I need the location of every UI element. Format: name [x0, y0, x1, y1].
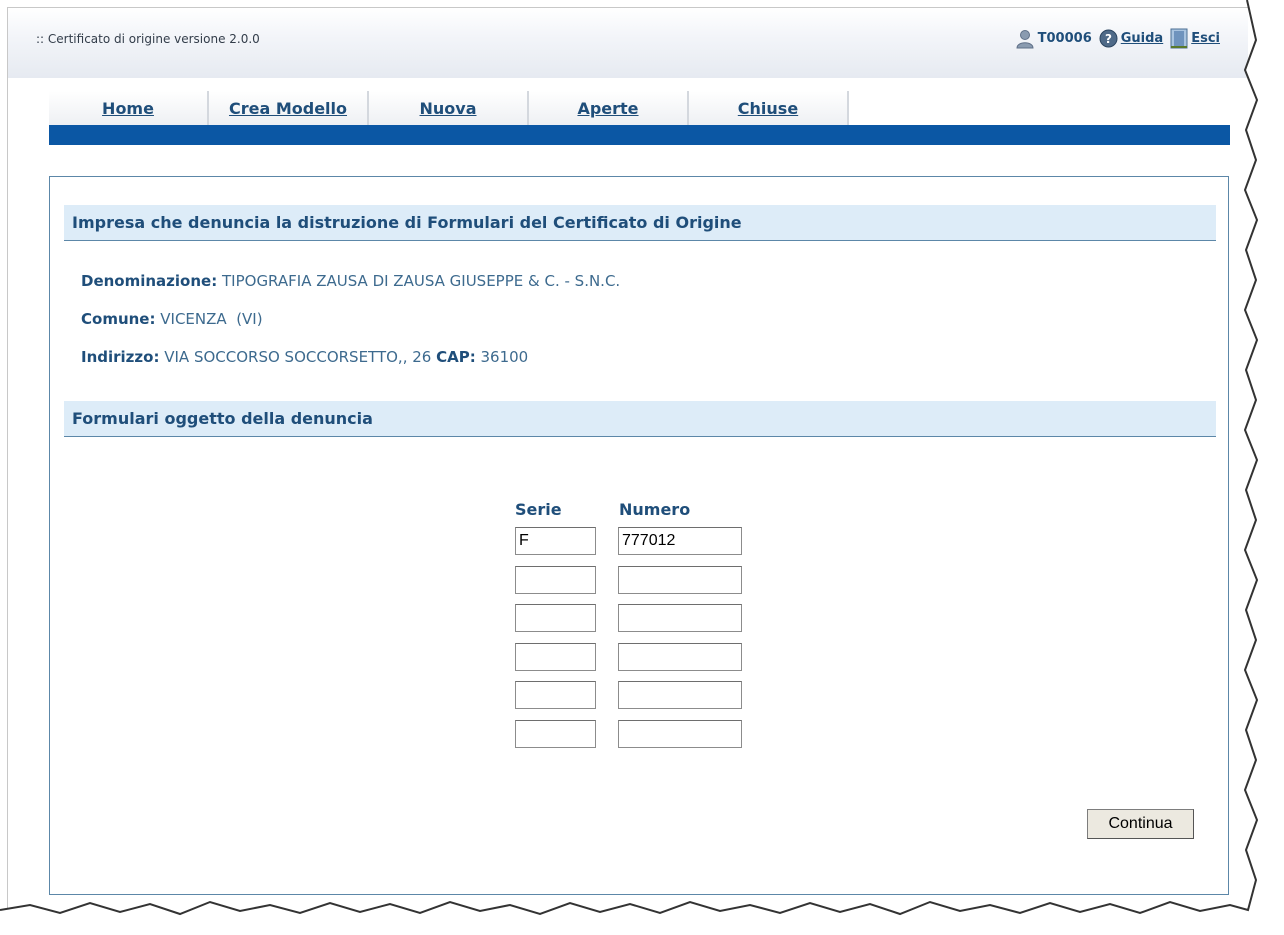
serie-column-header: Serie — [515, 500, 562, 519]
header-bar: :: Certificato di origine versione 2.0.0… — [8, 8, 1248, 78]
tab-nuova[interactable]: Nuova — [369, 91, 529, 125]
numero-input-2[interactable] — [618, 566, 742, 594]
exit-link[interactable]: Esci — [1191, 31, 1220, 46]
numero-input-1[interactable] — [618, 527, 742, 555]
main-nav: Home Crea Modello Nuova Aperte Chiuse — [49, 91, 849, 125]
continue-button[interactable]: Continua — [1087, 809, 1194, 839]
comune-value: VICENZA (VI) — [160, 310, 263, 328]
serie-input-1[interactable] — [515, 527, 596, 555]
numero-column-header: Numero — [619, 500, 691, 519]
indirizzo-value: VIA SOCCORSO SOCCORSETTO,, 26 — [164, 348, 432, 366]
svg-text:?: ? — [1105, 32, 1112, 46]
denominazione-value: TIPOGRAFIA ZAUSA DI ZAUSA GIUSEPPE & C. … — [222, 272, 621, 290]
indirizzo-label: Indirizzo: — [81, 348, 160, 366]
comune-line: Comune: VICENZA (VI) — [81, 310, 263, 328]
user-icon — [1016, 29, 1034, 48]
tab-home[interactable]: Home — [49, 91, 209, 125]
numero-input-4[interactable] — [618, 643, 742, 671]
help-icon[interactable]: ? — [1099, 29, 1118, 48]
help-link[interactable]: Guida — [1121, 31, 1163, 46]
cap-label: CAP: — [436, 348, 476, 366]
user-area: T00006 ? Guida Esci — [1015, 28, 1220, 49]
numero-input-3[interactable] — [618, 604, 742, 632]
forms-section-title: Formulari oggetto della denuncia — [64, 401, 1216, 437]
serie-input-3[interactable] — [515, 604, 596, 632]
comune-label: Comune: — [81, 310, 156, 328]
main-panel: Impresa che denuncia la distruzione di F… — [49, 176, 1229, 895]
serie-input-6[interactable] — [515, 720, 596, 748]
user-code: T00006 — [1037, 31, 1092, 46]
nav-underline-bar — [49, 125, 1230, 145]
company-section-title: Impresa che denuncia la distruzione di F… — [64, 205, 1216, 241]
tab-crea-modello[interactable]: Crea Modello — [209, 91, 369, 125]
tab-chiuse[interactable]: Chiuse — [689, 91, 849, 125]
serie-input-2[interactable] — [515, 566, 596, 594]
indirizzo-line: Indirizzo: VIA SOCCORSO SOCCORSETTO,, 26… — [81, 348, 528, 366]
serie-input-4[interactable] — [515, 643, 596, 671]
app-window: :: Certificato di origine versione 2.0.0… — [7, 7, 1248, 910]
tab-aperte[interactable]: Aperte — [529, 91, 689, 125]
denominazione-line: Denominazione: TIPOGRAFIA ZAUSA DI ZAUSA… — [81, 272, 620, 290]
serie-input-5[interactable] — [515, 681, 596, 709]
app-title: :: Certificato di origine versione 2.0.0 — [36, 32, 260, 46]
numero-input-5[interactable] — [618, 681, 742, 709]
exit-door-icon[interactable] — [1170, 28, 1188, 49]
denominazione-label: Denominazione: — [81, 272, 218, 290]
cap-value: 36100 — [480, 348, 529, 366]
numero-input-6[interactable] — [618, 720, 742, 748]
